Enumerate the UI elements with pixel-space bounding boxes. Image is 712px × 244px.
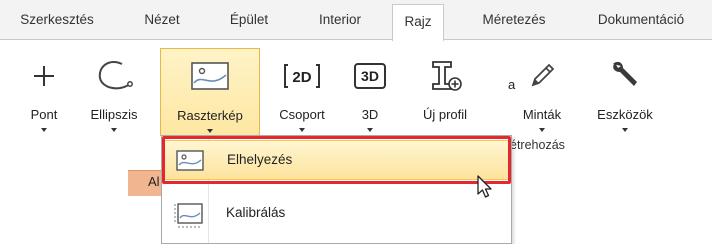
chevron-down-icon	[111, 128, 117, 132]
2d-group-icon: 2D	[272, 56, 332, 96]
chevron-down-icon	[539, 128, 545, 132]
menu-item-label: Kalibrálás	[226, 205, 286, 220]
ellipszis-button[interactable]: Ellipszis	[82, 48, 146, 136]
uj-profil-button[interactable]: Új profil	[410, 48, 480, 136]
tab-meretezes[interactable]: Méretezés	[474, 0, 554, 40]
plus-icon	[22, 56, 66, 96]
raszterkep-button[interactable]: Raszterkép	[160, 48, 260, 136]
tab-nezet[interactable]: Nézet	[136, 0, 188, 40]
eszkozok-label: Eszközök	[597, 107, 653, 122]
mintak-button[interactable]: Minták	[512, 48, 572, 136]
mintak-label: Minták	[522, 107, 562, 122]
chevron-down-icon	[41, 128, 47, 132]
csoport-button[interactable]: 2D Csoport	[272, 48, 332, 136]
raszterkep-dropdown-menu: Elhelyezés Kalibrálás	[161, 135, 512, 244]
chevron-down-icon	[299, 128, 305, 132]
chevron-down-icon	[207, 129, 213, 133]
pencil-icon	[512, 56, 572, 96]
new-profile-icon	[410, 56, 480, 96]
calibrate-image-icon	[174, 202, 204, 228]
chevron-down-icon	[367, 128, 373, 132]
wrench-icon	[588, 56, 662, 96]
chevron-down-icon	[622, 128, 628, 132]
eszkozok-button[interactable]: Eszközök	[588, 48, 662, 136]
ribbon-group-label: étrehozás	[510, 138, 565, 152]
ellipszis-label: Ellipszis	[90, 107, 138, 122]
raster-image-icon	[161, 57, 259, 97]
3d-button[interactable]: 3D 3D	[348, 48, 392, 136]
tab-dokumentacio[interactable]: Dokumentáció	[586, 0, 696, 40]
tab-rajz[interactable]: Rajz	[392, 4, 444, 41]
place-image-icon	[175, 149, 205, 173]
tab-interior[interactable]: Interior	[308, 0, 372, 40]
svg-text:3D: 3D	[361, 68, 379, 84]
3d-icon: 3D	[348, 56, 392, 96]
pont-button[interactable]: Pont	[22, 48, 66, 136]
menu-item-elhelyezes[interactable]: Elhelyezés	[164, 140, 509, 180]
3d-label: 3D	[361, 107, 379, 122]
menu-item-label: Elhelyezés	[227, 152, 293, 167]
ellipse-arc-icon	[82, 56, 146, 96]
tab-szerkesztes[interactable]: Szerkesztés	[14, 0, 100, 40]
svg-text:2D: 2D	[292, 69, 311, 86]
menu-item-kalibralas[interactable]: Kalibrálás	[164, 194, 509, 234]
mouse-pointer-icon	[476, 174, 494, 203]
pont-label: Pont	[30, 107, 58, 122]
csoport-label: Csoport	[279, 107, 325, 122]
tab-epulet[interactable]: Épület	[222, 0, 276, 40]
raszterkep-label: Raszterkép	[177, 108, 243, 123]
uj-profil-label: Új profil	[422, 107, 468, 122]
ribbon-tab-bar: Szerkesztés Nézet Épület Interior Rajz M…	[0, 0, 712, 41]
document-tab-label: Al	[148, 174, 160, 189]
